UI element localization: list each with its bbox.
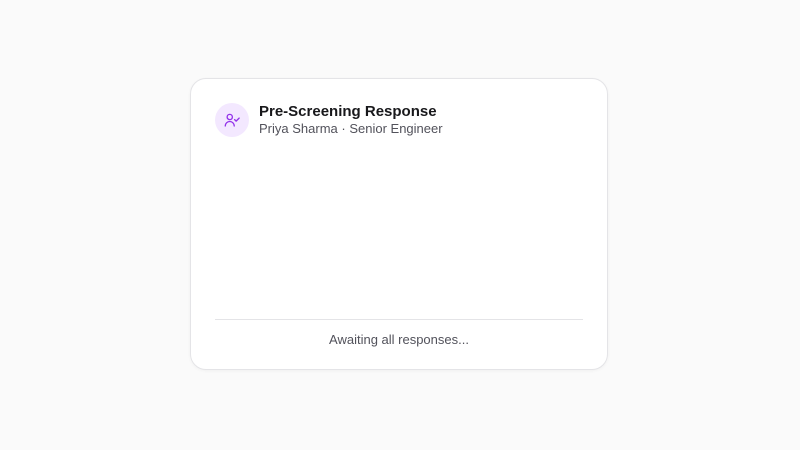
candidate-role: Senior Engineer — [349, 121, 443, 137]
separator: · — [341, 121, 346, 137]
pre-screening-card: Pre-Screening Response Priya Sharma · Se… — [190, 78, 608, 370]
card-title: Pre-Screening Response — [259, 103, 437, 120]
header-titles: Pre-Screening Response Priya Sharma · Se… — [259, 103, 443, 137]
avatar — [215, 103, 249, 138]
candidate-name: Priya Sharma — [259, 121, 338, 137]
card-header: Pre-Screening Response Priya Sharma · Se… — [215, 103, 443, 138]
candidate-info: Priya Sharma · Senior Engineer — [259, 121, 443, 137]
footer-divider — [215, 319, 583, 320]
status-text: Awaiting all responses... — [329, 332, 469, 347]
user-check-icon — [224, 113, 240, 127]
